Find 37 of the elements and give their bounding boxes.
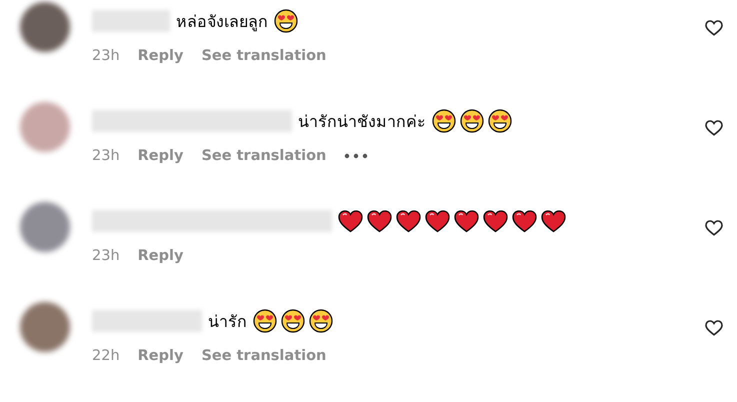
see-translation-link[interactable]: See translation xyxy=(201,48,326,64)
heart-emoji-icon xyxy=(454,210,479,232)
comment-time: 23h xyxy=(92,148,120,164)
avatar[interactable] xyxy=(20,202,70,252)
like-heart-icon[interactable] xyxy=(705,20,723,36)
more-options-icon[interactable] xyxy=(344,153,368,159)
comment-text: น่ารัก xyxy=(208,310,247,332)
reply-link[interactable]: Reply xyxy=(138,348,184,364)
heart-eyes-emoji-icon xyxy=(309,309,333,333)
comment-text: หล่อจังเลยลูก xyxy=(176,10,268,34)
like-heart-icon[interactable] xyxy=(705,320,723,336)
heart-emoji-icon xyxy=(483,210,508,232)
heart-emoji-icon xyxy=(396,210,421,232)
comment-time: 22h xyxy=(92,348,120,364)
heart-eyes-emoji-icon xyxy=(432,109,456,133)
avatar[interactable] xyxy=(20,2,70,52)
heart-emoji-icon xyxy=(425,210,450,232)
heart-eyes-emoji-icon xyxy=(253,309,277,333)
like-heart-icon[interactable] xyxy=(705,120,723,136)
comment-time: 23h xyxy=(92,248,120,264)
comment-time: 23h xyxy=(92,48,120,64)
heart-emoji-icon xyxy=(541,210,566,232)
heart-emoji-icon xyxy=(512,210,537,232)
reply-link[interactable]: Reply xyxy=(138,248,184,264)
comment-text: น่ารักน่าชังมากค่ะ xyxy=(298,110,426,132)
heart-eyes-emoji-icon xyxy=(274,9,298,33)
heart-eyes-emoji-icon xyxy=(281,309,305,333)
heart-emoji-icon xyxy=(367,210,392,232)
heart-emoji-icon xyxy=(338,210,363,232)
reply-link[interactable]: Reply xyxy=(138,48,184,64)
heart-eyes-emoji-icon xyxy=(460,109,484,133)
reply-link[interactable]: Reply xyxy=(138,148,184,164)
like-heart-icon[interactable] xyxy=(705,220,723,236)
see-translation-link[interactable]: See translation xyxy=(201,148,326,164)
avatar[interactable] xyxy=(20,302,70,352)
see-translation-link[interactable]: See translation xyxy=(201,348,326,364)
heart-eyes-emoji-icon xyxy=(488,109,512,133)
